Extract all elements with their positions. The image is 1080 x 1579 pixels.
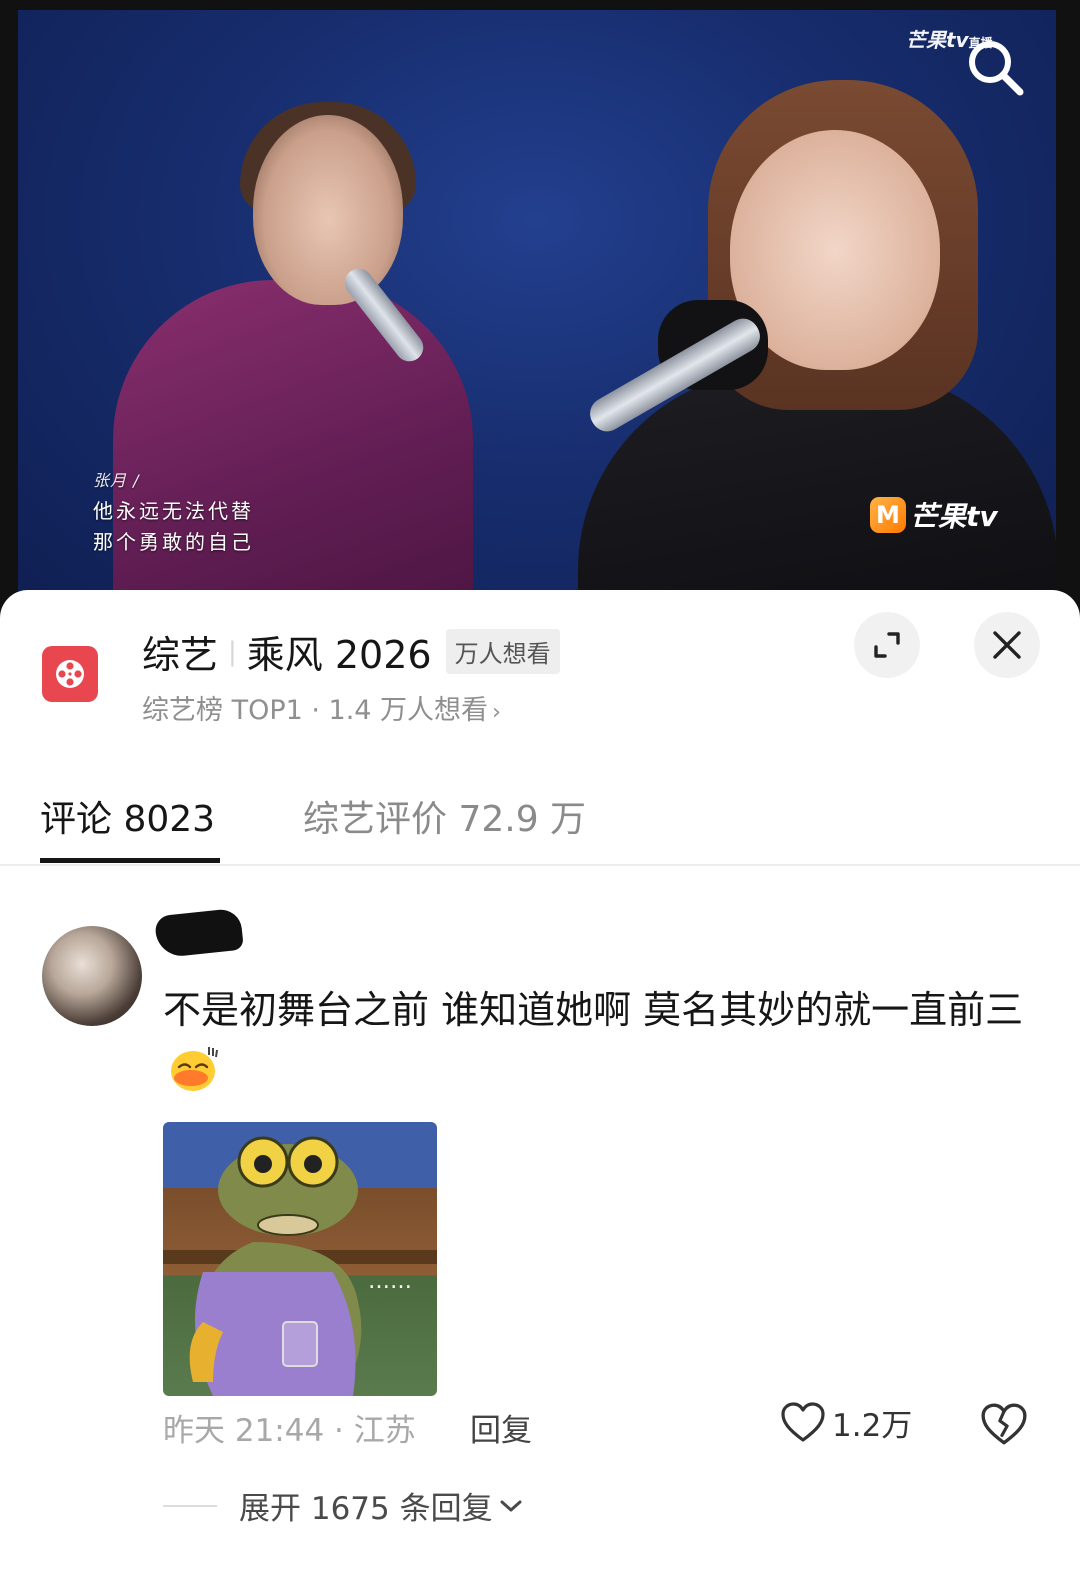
lyric-line-1: 他永远无法代替	[93, 499, 254, 523]
mango-logo-mark: M	[870, 497, 906, 533]
divider-line	[163, 1504, 217, 1507]
comment-sheet: 综艺 | 乘风 2026 万人想看 综艺榜 TOP1 · 1.4 万人想看 › 评…	[0, 590, 1080, 1579]
search-button[interactable]	[964, 36, 1026, 98]
lyric-line-2: 那个勇敢的自己	[93, 530, 254, 554]
lyric-subtitle: 张月 / 他永远无法代替 那个勇敢的自己	[93, 465, 254, 558]
like-count: 1.2万	[832, 1408, 913, 1444]
meme-caption: ……	[368, 1269, 412, 1294]
video-frame: 张月 / 他永远无法代替 那个勇敢的自己 M 芒果tv	[18, 10, 1056, 610]
comment-time-location: 昨天 21:44 · 江苏	[163, 1413, 416, 1449]
duck-emoji-icon	[171, 1046, 218, 1091]
avatar[interactable]	[42, 926, 142, 1026]
reply-button[interactable]: 回复	[470, 1405, 532, 1450]
broken-heart-icon	[981, 1403, 1027, 1445]
chevron-right-icon: ›	[492, 700, 501, 725]
film-reel-icon	[42, 646, 98, 702]
close-button[interactable]	[974, 612, 1040, 678]
singer-left-face	[253, 115, 403, 305]
search-icon	[969, 41, 1024, 96]
expand-replies-button[interactable]: 展开 1675 条回复	[163, 1483, 523, 1528]
show-title: 乘风 2026	[246, 633, 432, 677]
video-player[interactable]: 张月 / 他永远无法代替 那个勇敢的自己 M 芒果tv 芒果tv直播	[0, 0, 1080, 620]
fish-meme-illustration: ……	[163, 1136, 437, 1396]
mango-tv-logo: M 芒果tv	[870, 495, 998, 535]
heart-icon	[781, 1401, 825, 1442]
mango-logo-text: 芒果tv	[910, 500, 998, 533]
close-icon	[993, 631, 1021, 659]
show-title-row[interactable]: 综艺 | 乘风 2026 万人想看	[142, 624, 560, 679]
redacted-username	[154, 907, 244, 959]
like-button[interactable]: 1.2万	[780, 1400, 912, 1445]
show-ranking-text: 综艺榜 TOP1 · 1.4 万人想看	[142, 695, 489, 726]
show-ranking-link[interactable]: 综艺榜 TOP1 · 1.4 万人想看 ›	[142, 688, 501, 727]
lyric-credit: 张月 /	[93, 471, 140, 490]
active-tab-indicator	[40, 858, 220, 863]
comment-body: 不是初舞台之前 谁知道她啊 莫名其妙的就一直前三	[163, 988, 1024, 1032]
chevron-down-icon	[500, 1500, 522, 1511]
expand-button[interactable]	[854, 612, 920, 678]
singer-left-outfit	[113, 280, 473, 610]
watermark-text: 芒果tv	[906, 28, 969, 52]
expand-replies-label: 展开 1675 条回复	[239, 1491, 493, 1527]
dislike-button[interactable]	[980, 1402, 1028, 1448]
want-to-watch-tag[interactable]: 万人想看	[445, 629, 560, 674]
comment-text: 不是初舞台之前 谁知道她啊 莫名其妙的就一直前三	[163, 982, 1043, 1094]
title-separator: |	[228, 636, 237, 667]
show-category: 综艺	[142, 633, 219, 677]
tab-show-reviews[interactable]: 综艺评价 72.9 万	[303, 790, 586, 842]
comment-meme-image[interactable]: ……	[163, 1122, 437, 1396]
expand-icon	[874, 632, 900, 658]
tab-bar: 评论 8023 综艺评价 72.9 万	[0, 780, 1080, 866]
tab-comments[interactable]: 评论 8023	[40, 790, 215, 842]
